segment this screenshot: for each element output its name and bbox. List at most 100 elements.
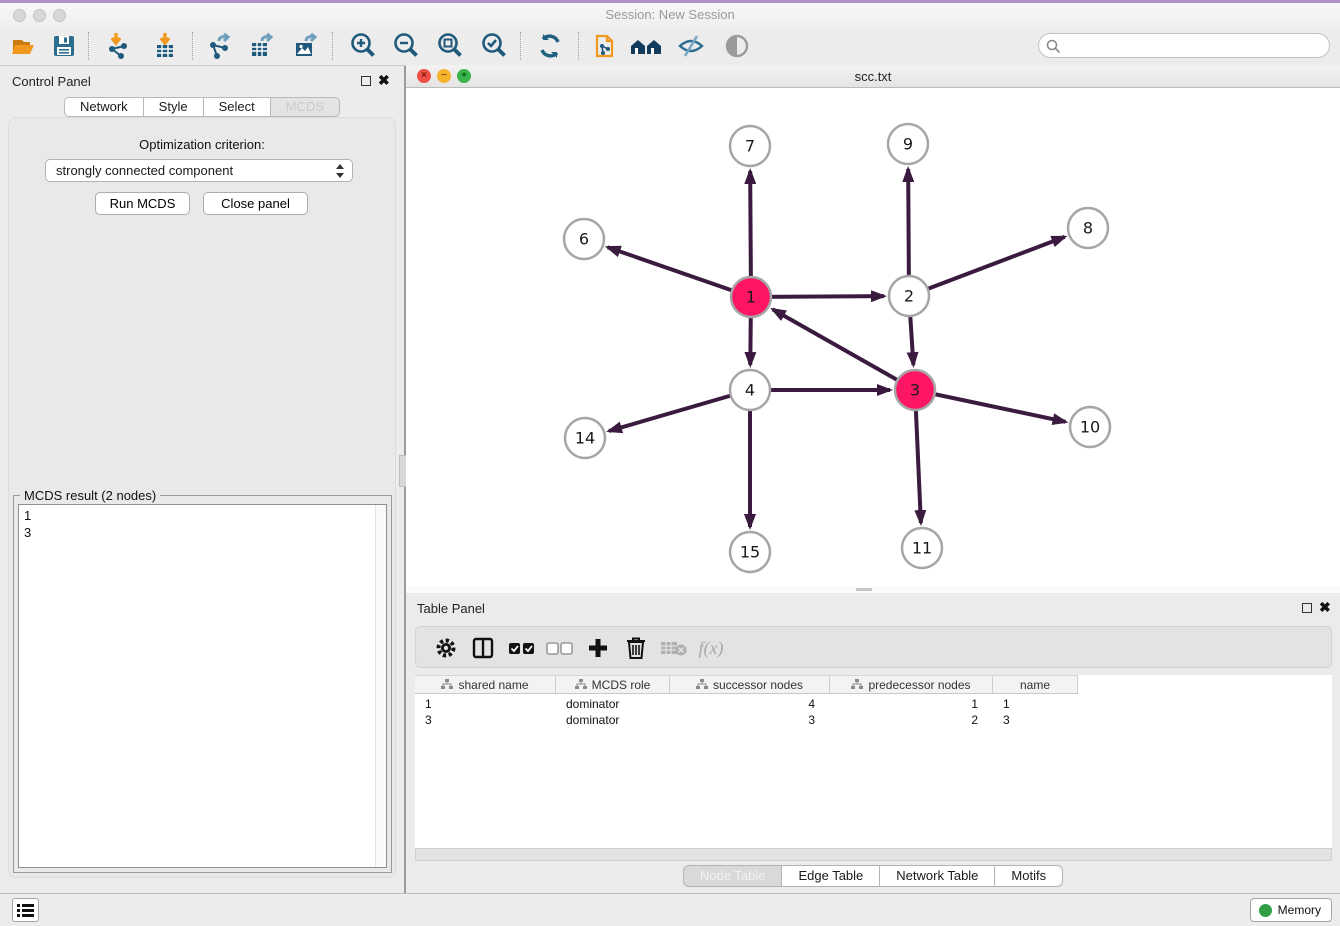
add-column-button[interactable] [583,633,613,663]
tab-select[interactable]: Select [204,97,271,117]
table-hscrollbar[interactable] [415,848,1332,861]
hide-panels-button[interactable] [673,29,709,63]
tab-edge-table[interactable]: Edge Table [782,865,880,887]
graph-node-7[interactable]: 7 [730,126,770,166]
import-table-icon [151,32,179,60]
export-image-button[interactable] [288,29,324,63]
close-panel-button[interactable]: Close panel [203,192,308,215]
genemania-button[interactable] [628,29,664,63]
function-builder-button[interactable]: f(x) [696,633,726,663]
search-icon [1046,39,1061,54]
refresh-view-button[interactable] [532,29,568,63]
plus-icon [586,636,610,660]
import-network-button[interactable] [100,29,136,63]
graph-node-3[interactable]: 3 [895,370,935,410]
mcds-result-area[interactable]: 1 3 [18,504,387,868]
result-scrollbar[interactable] [375,505,386,867]
save-session-button[interactable] [46,29,82,63]
list-icon [17,903,34,918]
tab-node-table[interactable]: Node Table [683,865,783,887]
status-bar: Memory [0,893,1340,926]
graph-node-15[interactable]: 15 [730,532,770,572]
export-network-button[interactable] [202,29,238,63]
task-history-button[interactable] [12,898,39,922]
toolbar-separator [192,32,193,60]
search-input[interactable] [1065,36,1323,55]
network-graph-canvas[interactable]: 1 2 3 4 6 7 8 9 10 11 14 15 [406,88,1340,586]
hierarchy-icon [575,679,587,690]
criterion-value: strongly connected component [56,163,233,178]
graph-edge-2-8[interactable] [909,237,1065,296]
table-row[interactable]: 3dominator323 [415,712,1078,728]
graph-node-4[interactable]: 4 [730,370,770,410]
zoom-out-button[interactable] [388,29,424,63]
tab-motifs[interactable]: Motifs [995,865,1063,887]
delete-column-button[interactable] [621,633,651,663]
checked-boxes-icon [508,636,536,660]
column-header-shared-name[interactable]: shared name [415,676,556,693]
graph-node-10[interactable]: 10 [1070,407,1110,447]
show-columns-button[interactable] [468,633,498,663]
select-all-button[interactable] [507,633,537,663]
delete-table-button[interactable] [659,633,689,663]
column-header-MCDS-role[interactable]: MCDS role [556,676,670,693]
column-header-successor-nodes[interactable]: successor nodes [670,676,830,693]
tab-mcds[interactable]: MCDS [271,97,340,117]
network-hscrollbar[interactable] [406,586,1340,593]
table-row[interactable]: 1dominator411 [415,696,1078,712]
graph-node-14[interactable]: 14 [565,418,605,458]
graph-node-9[interactable]: 9 [888,124,928,164]
column-header-predecessor-nodes[interactable]: predecessor nodes [830,676,993,693]
export-table-button[interactable] [244,29,280,63]
graph-node-2[interactable]: 2 [889,276,929,316]
tab-network[interactable]: Network [64,97,144,117]
memory-status-icon [1259,904,1272,917]
tab-style[interactable]: Style [144,97,204,117]
main-toolbar [0,27,1340,66]
column-header-label: shared name [458,678,528,692]
refresh-icon [536,32,564,60]
memory-button[interactable]: Memory [1250,898,1332,922]
hierarchy-icon [851,679,863,690]
graph-node-1[interactable]: 1 [731,277,771,317]
show-panels-button[interactable] [719,29,755,63]
node-table: shared name MCDS rolesuccessor nodesprede… [415,675,1332,848]
table-settings-button[interactable] [431,633,461,663]
graph-edge-3-1[interactable] [773,309,915,390]
application-window: Session: New Session [0,0,1340,926]
control-panel-tabs: NetworkStyleSelectMCDS [0,97,404,117]
toolbar-separator [332,32,333,60]
search-box [1038,33,1330,58]
criterion-dropdown[interactable]: strongly connected component [45,159,353,182]
zoom-in-button[interactable] [345,29,381,63]
graph-edge-4-14[interactable] [609,390,750,431]
close-table-panel-icon[interactable]: ✖ [1319,599,1331,616]
hscroll-handle[interactable] [856,588,872,591]
dropdown-stepper-icon [336,163,345,179]
graph-node-6[interactable]: 6 [564,219,604,259]
svg-text:10: 10 [1080,418,1100,437]
zoom-fit-button[interactable] [432,29,468,63]
zoom-selected-icon [479,31,509,61]
svg-text:9: 9 [903,135,913,154]
float-panel-icon[interactable] [361,76,371,86]
memory-label: Memory [1278,903,1321,917]
graph-node-11[interactable]: 11 [902,528,942,568]
close-panel-icon[interactable]: ✖ [378,72,390,89]
graph-node-8[interactable]: 8 [1068,208,1108,248]
import-table-button[interactable] [147,29,183,63]
float-table-panel-icon[interactable] [1302,603,1312,613]
table-cell: 2 [830,712,993,728]
mcds-result-text: 1 3 [24,507,31,541]
cyndex-button[interactable] [588,29,624,63]
run-mcds-button[interactable]: Run MCDS [95,192,190,215]
hide-eye-icon [676,32,706,60]
zoom-selected-button[interactable] [476,29,512,63]
tab-network-table[interactable]: Network Table [880,865,995,887]
graph-edge-1-6[interactable] [608,247,751,297]
deselect-all-button[interactable] [545,633,575,663]
open-file-button[interactable] [6,29,42,63]
column-header-name[interactable]: name [993,676,1078,693]
graph-edge-3-10[interactable] [915,390,1066,422]
optimization-criterion-label: Optimization criterion: [9,137,395,152]
